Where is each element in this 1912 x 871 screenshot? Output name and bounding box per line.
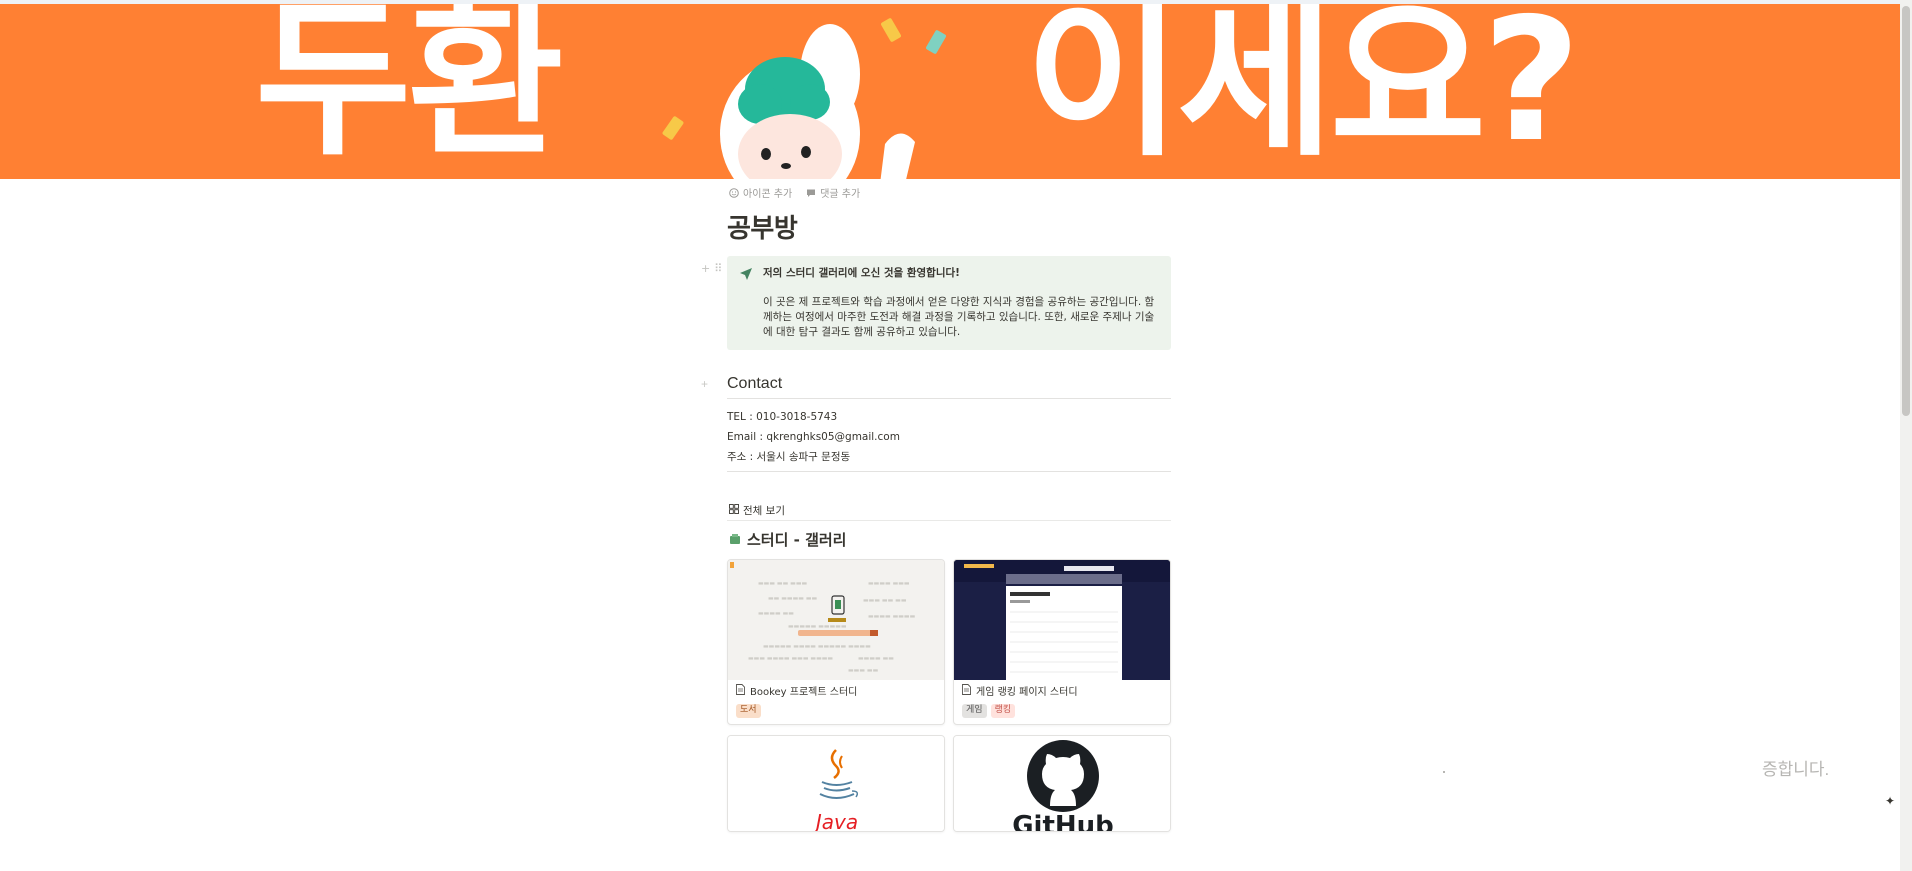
cover-text-right: 이세요?	[1025, 4, 1581, 179]
view-tab-label: 전체 보기	[743, 504, 785, 517]
view-tab-all[interactable]: 전체 보기	[727, 500, 1171, 521]
welcome-callout[interactable]: + ⠿ 저의 스터디 갤러리에 오신 것을 환영합니다! 이 곳은 제 프로젝트와…	[701, 256, 1171, 350]
gallery-view-icon	[729, 503, 739, 517]
page-cover[interactable]: 두환 이세요?	[0, 4, 1900, 179]
sparkle-icon: ✦	[1884, 794, 1896, 808]
tag-badge: 랭킹	[990, 704, 1016, 718]
drag-handle-icon[interactable]: ⠿	[714, 262, 722, 275]
stray-dot	[1443, 771, 1445, 773]
comment-icon	[806, 188, 816, 198]
gallery-card-github[interactable]: GitHub	[953, 735, 1171, 832]
contact-tel[interactable]: TEL : 010-3018-5743	[727, 407, 1171, 427]
page-meta-actions: 아이콘 추가 댓글 추가	[729, 182, 1171, 202]
card-cover-image: ▬▬▬ ▬▬ ▬▬▬ ▬▬▬▬ ▬▬▬ ▬▬ ▬▬▬▬ ▬▬ ▬▬▬ ▬▬ ▬▬ ▬…	[728, 560, 944, 680]
add-block-icon[interactable]: +	[701, 370, 708, 398]
card-title: 게임 랭킹 페이지 스터디	[976, 686, 1078, 698]
svg-text:GitHub: GitHub	[1012, 811, 1114, 831]
add-icon-label: 아이콘 추가	[743, 188, 793, 200]
svg-text:▬▬▬▬▬ ▬▬▬▬ ▬▬▬▬▬ ▬▬▬▬: ▬▬▬▬▬ ▬▬▬▬ ▬▬▬▬▬ ▬▬▬▬	[763, 643, 871, 650]
cover-text-left: 두환	[255, 4, 564, 179]
contact-address[interactable]: 주소 : 서울시 송파구 문정동	[727, 447, 1171, 467]
card-cover-image	[954, 560, 1170, 680]
page-title[interactable]: 공부방	[727, 210, 1171, 246]
page-icon	[736, 684, 745, 701]
scrollbar[interactable]	[1900, 0, 1912, 871]
gallery-title[interactable]: 스터디 - 갤러리	[727, 527, 1171, 553]
svg-text:▬▬▬▬ ▬▬: ▬▬▬▬ ▬▬	[758, 610, 794, 617]
svg-text:▬▬▬ ▬▬▬▬ ▬▬▬ ▬▬▬▬: ▬▬▬ ▬▬▬▬ ▬▬▬ ▬▬▬▬	[748, 655, 833, 662]
add-comment-button[interactable]: 댓글 추가	[806, 185, 860, 200]
smile-icon	[729, 187, 739, 198]
gallery-card-java[interactable]: Java	[727, 735, 945, 832]
svg-text:▬▬▬ ▬▬ ▬▬▬: ▬▬▬ ▬▬ ▬▬▬	[758, 580, 807, 587]
divider	[727, 471, 1171, 472]
callout-text: 이 곳은 제 프로젝트와 학습 과정에서 얻은 다양한 지식과 경험을 공유하는…	[763, 296, 1155, 338]
confetti-piece	[661, 115, 685, 141]
books-icon	[729, 527, 741, 553]
svg-text:Java: Java	[812, 810, 858, 831]
callout-title: 저의 스터디 갤러리에 오신 것을 환영합니다!	[763, 267, 960, 279]
block-handle[interactable]: + ⠿	[701, 262, 725, 275]
add-icon-button[interactable]: 아이콘 추가	[729, 185, 792, 200]
scrollbar-thumb[interactable]	[1902, 6, 1910, 416]
page-content: 아이콘 추가 댓글 추가 공부방 + ⠿ 저의 스터디 갤러리에 오신 것을 환영…	[701, 182, 1171, 832]
contact-email[interactable]: Email : qkrenghks05@gmail.com	[727, 427, 1171, 447]
svg-text:▬▬▬▬ ▬▬▬▬: ▬▬▬▬ ▬▬▬▬	[868, 613, 916, 620]
floating-text: 증합니다.	[1762, 760, 1830, 779]
gallery-card-game-ranking[interactable]: 게임 랭킹 페이지 스터디 게임 랭킹	[953, 559, 1171, 725]
page-icon	[962, 684, 971, 701]
add-comment-label: 댓글 추가	[820, 188, 861, 200]
navigation-arrow-icon	[739, 266, 755, 340]
gallery-title-text: 스터디 - 갤러리	[747, 531, 847, 549]
java-logo-icon: Java	[728, 736, 944, 831]
contact-heading[interactable]: + Contact	[701, 370, 1171, 399]
svg-text:▬▬▬▬ ▬▬: ▬▬▬▬ ▬▬	[858, 655, 894, 662]
tag-badge: 도서	[736, 704, 761, 718]
svg-text:▬▬▬▬ ▬▬▬: ▬▬▬▬ ▬▬▬	[868, 580, 910, 587]
contact-heading-text: Contact	[727, 375, 783, 392]
gallery-card-bookey[interactable]: ▬▬▬ ▬▬ ▬▬▬ ▬▬▬▬ ▬▬▬ ▬▬ ▬▬▬▬ ▬▬ ▬▬▬ ▬▬ ▬▬ ▬…	[727, 559, 945, 725]
ai-sparkle-button[interactable]: ✦	[1881, 792, 1899, 810]
tag-badge: 게임	[962, 704, 987, 718]
gallery-cards: ▬▬▬ ▬▬ ▬▬▬ ▬▬▬▬ ▬▬▬ ▬▬ ▬▬▬▬ ▬▬ ▬▬▬ ▬▬ ▬▬ ▬…	[727, 559, 1171, 832]
github-logo-icon: GitHub	[954, 736, 1170, 831]
svg-text:▬▬ ▬▬▬▬ ▬▬: ▬▬ ▬▬▬▬ ▬▬	[768, 595, 817, 602]
add-block-icon[interactable]: +	[701, 262, 710, 275]
svg-text:▬▬▬ ▬▬: ▬▬▬ ▬▬	[848, 667, 879, 674]
svg-text:▬▬▬▬▬ ▬▬▬▬▬: ▬▬▬▬▬ ▬▬▬▬▬	[788, 623, 847, 630]
mascot-illustration	[720, 24, 915, 179]
svg-text:▬▬▬ ▬▬ ▬▬: ▬▬▬ ▬▬ ▬▬	[863, 597, 907, 604]
card-title: Bookey 프로젝트 스터디	[750, 686, 858, 698]
